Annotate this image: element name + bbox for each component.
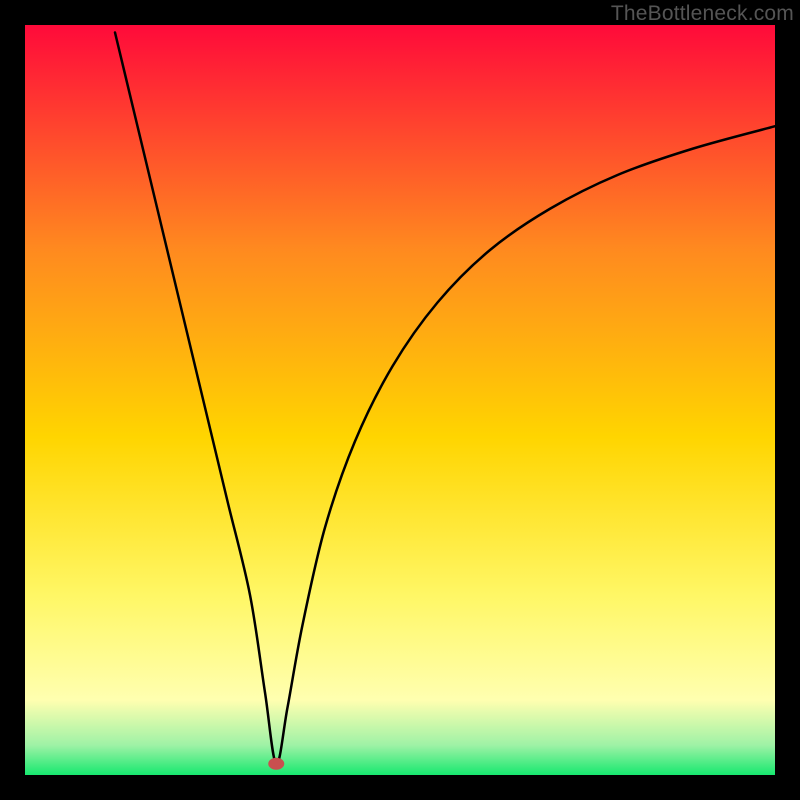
chart-container: TheBottleneck.com <box>0 0 800 800</box>
minimum-marker <box>268 758 284 770</box>
plot-area <box>25 25 775 775</box>
watermark-text: TheBottleneck.com <box>611 2 794 26</box>
gradient-background <box>25 25 775 775</box>
chart-svg <box>25 25 775 775</box>
